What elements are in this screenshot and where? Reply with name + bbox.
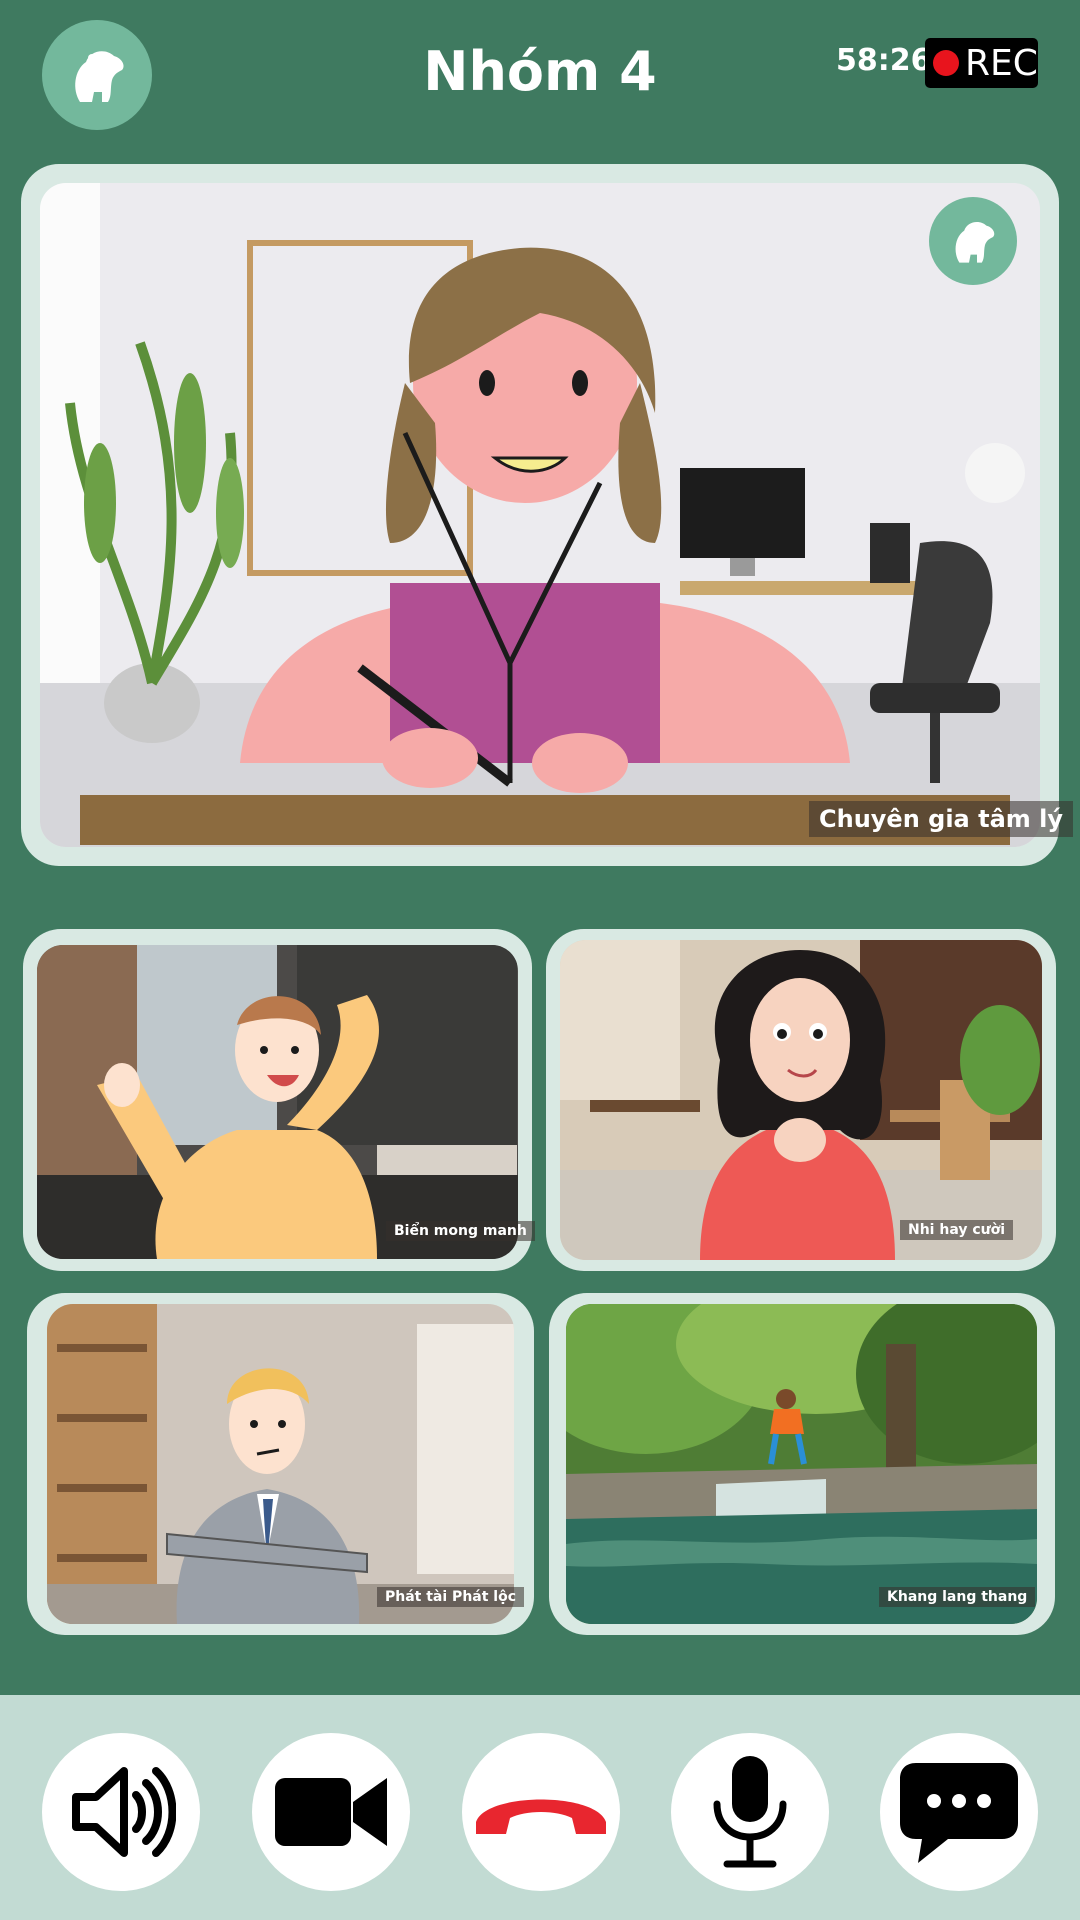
participant-name-tag: Chuyên gia tâm lý: [809, 801, 1074, 837]
capybara-logo-icon: [955, 221, 995, 263]
main-video-tile[interactable]: Chuyên gia tâm lý: [21, 164, 1074, 866]
participant-tile[interactable]: Khang lang thang: [549, 1293, 1055, 1635]
recording-badge: REC: [925, 38, 1038, 88]
young-man-pointing-illustration: [37, 945, 518, 1259]
camera-button[interactable]: [252, 1733, 410, 1891]
participant-video-feed: [37, 945, 518, 1259]
video-camera-icon: [275, 1778, 387, 1846]
speaker-icon: [72, 1767, 176, 1857]
end-call-button[interactable]: [462, 1733, 620, 1891]
participant-video-feed: [47, 1304, 514, 1624]
participant-logo-badge: [929, 197, 1017, 285]
rec-label: REC: [965, 42, 1038, 84]
chat-button[interactable]: [880, 1733, 1038, 1891]
speaker-button[interactable]: [42, 1733, 200, 1891]
participant-tile[interactable]: Biển mong manh: [23, 929, 535, 1271]
participant-name-tag: Phát tài Phát lộc: [377, 1587, 525, 1607]
chat-icon: [900, 1763, 1018, 1863]
record-dot-icon: [933, 50, 959, 76]
confused-businessman-illustration: [47, 1304, 514, 1624]
call-timer: 58:26: [836, 43, 932, 78]
microphone-icon: [713, 1756, 787, 1868]
participant-video-feed: [560, 940, 1042, 1260]
participant-tile[interactable]: Nhi hay cười: [546, 929, 1056, 1271]
participant-name-tag: Biển mong manh: [386, 1221, 535, 1241]
main-video-feed: [40, 183, 1040, 847]
end-call-icon: [476, 1799, 606, 1834]
participant-name-tag: Nhi hay cười: [900, 1220, 1014, 1240]
waterfall-explorer-illustration: [566, 1304, 1037, 1624]
microphone-button[interactable]: [671, 1733, 829, 1891]
participant-video-feed: [566, 1304, 1037, 1624]
participant-tile[interactable]: Phát tài Phát lộc: [27, 1293, 534, 1635]
participant-name-tag: Khang lang thang: [879, 1587, 1036, 1607]
psychologist-illustration: [40, 183, 1040, 847]
smiling-woman-illustration: [560, 940, 1042, 1260]
